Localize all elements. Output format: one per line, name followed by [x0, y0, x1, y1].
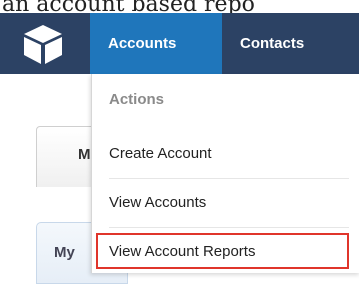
menu-item-view-accounts[interactable]: View Accounts [92, 182, 359, 222]
nav-tab-accounts[interactable]: Accounts [90, 13, 222, 74]
accounts-dropdown-menu: Actions Create Account View Accounts Vie… [91, 74, 359, 273]
menu-section-header: Actions [109, 91, 165, 108]
menu-item-create-account[interactable]: Create Account [92, 133, 359, 173]
menu-item-view-account-reports[interactable]: View Account Reports [92, 231, 359, 271]
background-dashlet-label: My [54, 244, 75, 261]
background-tab-label: M [78, 146, 91, 163]
menu-divider [109, 227, 349, 228]
sugar-cube-logo[interactable] [0, 13, 86, 74]
nav-tab-contacts[interactable]: Contacts [222, 13, 359, 74]
menu-divider [109, 178, 349, 179]
cube-icon [24, 24, 62, 64]
top-navbar: Accounts Contacts [0, 13, 359, 74]
